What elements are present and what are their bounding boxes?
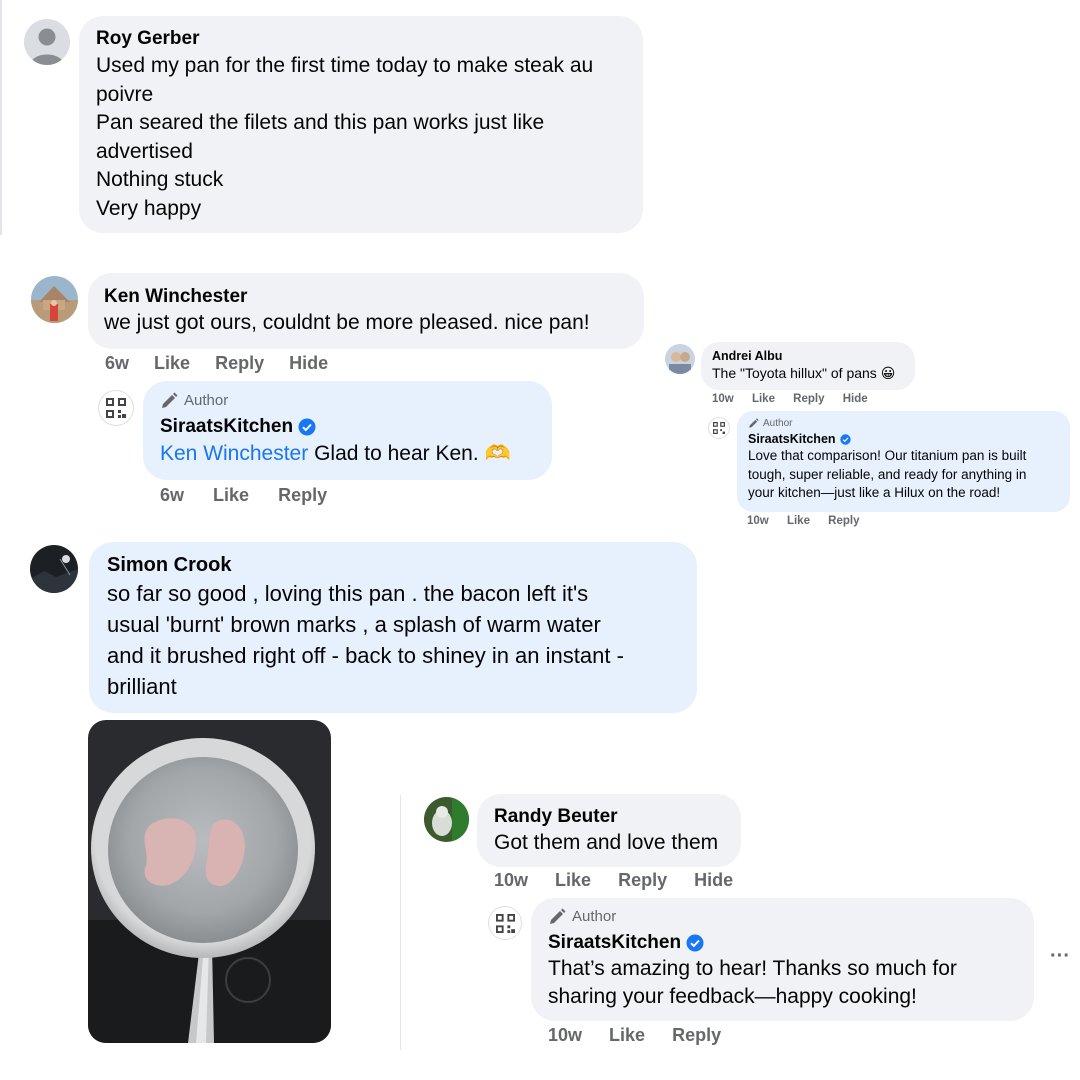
profile-photo-icon: [665, 344, 695, 374]
like-button[interactable]: Like: [787, 514, 810, 528]
thread-left-border: [0, 0, 2, 235]
comment-text: we just got ours, couldnt be more please…: [104, 311, 590, 334]
comment-text: Used my pan for the first time today to …: [96, 54, 594, 220]
comment-bubble-ken-winchester: Ken Winchester we just got ours, couldnt…: [88, 273, 644, 349]
comment-author-name[interactable]: Randy Beuter: [494, 805, 724, 829]
comment-text: so far so good , loving this pan . the b…: [107, 581, 624, 699]
avatar-andrei-albu[interactable]: [665, 344, 695, 374]
reply-bubble-siraatskitchen-randy: Author SiraatsKitchen That’s amazing to …: [531, 898, 1034, 1021]
avatar-siraatskitchen[interactable]: [98, 390, 134, 426]
comment-text: Ken Winchester Glad to hear Ken. 🫶: [160, 439, 535, 468]
qr-logo-icon: [106, 398, 126, 418]
author-badge: Author: [160, 391, 535, 411]
profile-photo-icon: [31, 276, 78, 323]
reply-button[interactable]: Reply: [828, 514, 859, 528]
comment-actions-siraats-andrei: 10w Like Reply: [747, 514, 860, 528]
reply-bubble-siraatskitchen-ken: Author SiraatsKitchen Ken Winchester Gla…: [143, 381, 552, 480]
qr-logo-icon: [713, 422, 725, 434]
like-button[interactable]: Like: [154, 352, 190, 374]
comment-actions-siraats-ken: 6w Like Reply: [160, 484, 327, 506]
comment-text: Got them and love them: [494, 831, 719, 854]
pencil-icon: [162, 392, 178, 408]
comment-actions-siraats-randy: 10w Like Reply: [548, 1024, 721, 1046]
comment-timestamp: 6w: [160, 485, 185, 505]
comment-bubble-simon-crook: Simon Crook so far so good , loving this…: [89, 542, 697, 713]
author-badge-label: Author: [184, 392, 229, 409]
reply-button[interactable]: Reply: [793, 392, 824, 406]
comment-timestamp: 10w: [494, 870, 529, 890]
comment-author-name[interactable]: Simon Crook: [107, 553, 679, 578]
verified-badge-icon: [839, 433, 851, 445]
reply-button[interactable]: Reply: [618, 869, 667, 891]
comment-actions-ken: 6w Like Reply Hide: [105, 352, 328, 374]
default-avatar-icon: [30, 28, 64, 65]
comment-bubble-randy-beuter: Randy Beuter Got them and love them: [477, 794, 741, 867]
reply-text: Glad to hear Ken. 🫶: [308, 442, 511, 465]
reply-button[interactable]: Reply: [672, 1024, 721, 1046]
comment-actions-randy: 10w Like Reply Hide: [494, 869, 733, 891]
mention-link[interactable]: Ken Winchester: [160, 442, 308, 465]
comment-author-name[interactable]: Andrei Albu: [712, 349, 904, 364]
reply-bubble-siraatskitchen-andrei: Author SiraatsKitchen Love that comparis…: [737, 411, 1070, 512]
comment-author-name[interactable]: SiraatsKitchen: [160, 415, 293, 439]
like-button[interactable]: Like: [752, 392, 775, 406]
like-button[interactable]: Like: [213, 484, 249, 506]
comment-author-name[interactable]: SiraatsKitchen: [548, 931, 681, 955]
verified-badge-icon: [298, 418, 316, 436]
author-badge-label: Author: [572, 908, 617, 925]
like-button[interactable]: Like: [609, 1024, 645, 1046]
hide-button[interactable]: Hide: [694, 869, 733, 891]
like-button[interactable]: Like: [555, 869, 591, 891]
comment-author-name[interactable]: SiraatsKitchen: [748, 431, 836, 447]
pencil-icon: [749, 418, 759, 428]
reply-button[interactable]: Reply: [215, 352, 264, 374]
comment-timestamp: 6w: [105, 353, 130, 373]
more-options-icon[interactable]: ···: [1050, 946, 1070, 966]
verified-badge-icon: [686, 934, 704, 952]
profile-photo-icon: [30, 545, 78, 593]
avatar-roy-gerber[interactable]: [24, 19, 70, 65]
thread-line: [400, 795, 401, 1050]
comment-author-name[interactable]: Roy Gerber: [96, 27, 626, 51]
qr-logo-icon: [495, 913, 515, 933]
hide-button[interactable]: Hide: [843, 392, 868, 406]
author-badge: Author: [748, 417, 1059, 430]
avatar-simon-crook[interactable]: [30, 545, 78, 593]
comment-attachment-photo[interactable]: [88, 720, 331, 1043]
comment-text: The "Toyota hillux" of pans 😀: [712, 365, 896, 381]
reply-button[interactable]: Reply: [278, 484, 327, 506]
author-badge-label: Author: [763, 418, 793, 429]
pan-photo-icon: [88, 720, 331, 1043]
avatar-ken-winchester[interactable]: [31, 276, 78, 323]
hide-button[interactable]: Hide: [289, 352, 328, 374]
avatar-siraatskitchen[interactable]: [488, 906, 522, 940]
avatar-siraatskitchen[interactable]: [708, 417, 730, 439]
pencil-icon: [550, 908, 566, 924]
comment-timestamp: 10w: [747, 515, 769, 527]
comment-actions-andrei: 10w Like Reply Hide: [712, 392, 868, 406]
comment-text: Love that comparison! Our titanium pan i…: [748, 448, 1027, 500]
comment-bubble-roy-gerber: Roy Gerber Used my pan for the first tim…: [79, 16, 643, 233]
avatar-randy-beuter[interactable]: [424, 797, 469, 842]
comment-text: That’s amazing to hear! Thanks so much f…: [548, 957, 957, 1008]
comment-timestamp: 10w: [548, 1025, 583, 1045]
author-badge: Author: [548, 907, 1017, 927]
comment-bubble-andrei-albu: Andrei Albu The "Toyota hillux" of pans …: [701, 342, 915, 390]
comment-author-name[interactable]: Ken Winchester: [104, 285, 628, 309]
profile-photo-icon: [424, 797, 469, 842]
comment-timestamp: 10w: [712, 393, 734, 405]
